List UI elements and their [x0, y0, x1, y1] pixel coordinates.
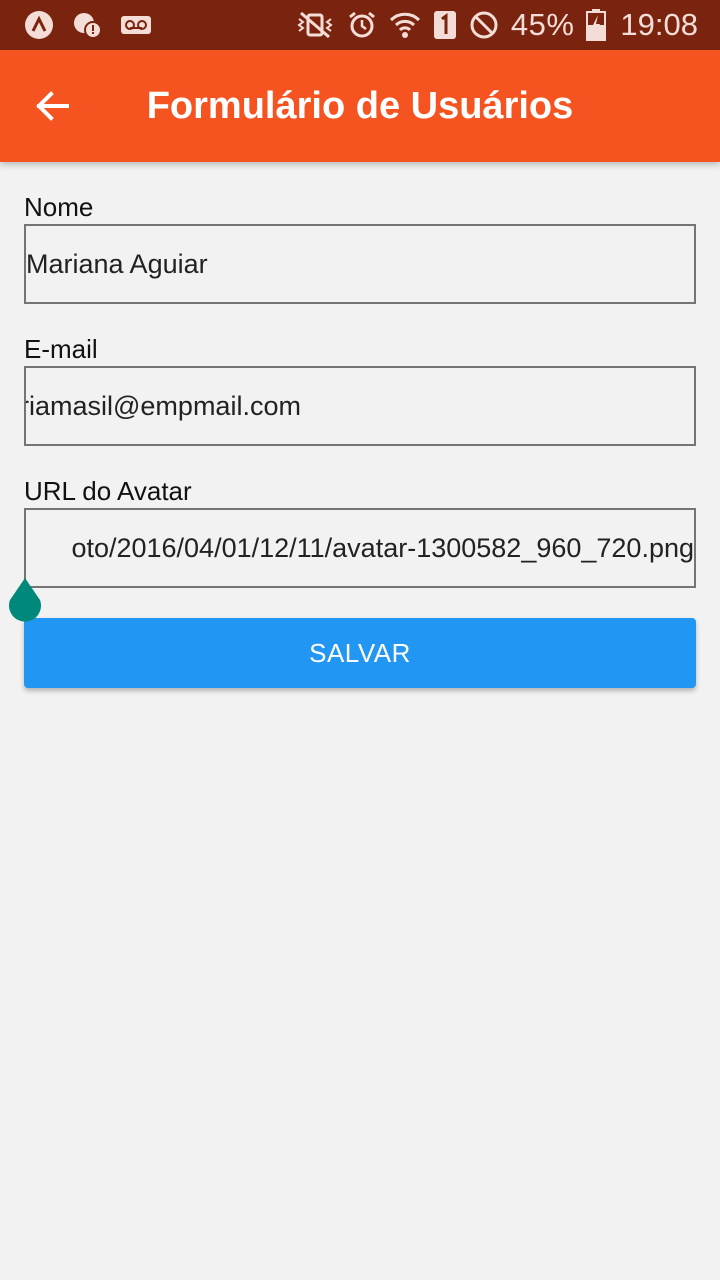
battery-icon [586, 9, 607, 41]
email-label: E-mail [24, 334, 98, 364]
save-button[interactable]: SALVAR [24, 618, 696, 688]
name-label: Nome [24, 192, 94, 222]
email-input[interactable]: riamasil@empmail.com [26, 391, 301, 422]
name-field[interactable]: Mariana Aguiar [24, 224, 696, 304]
name-input[interactable]: Mariana Aguiar [26, 249, 208, 280]
app-bar-title-wrap: Formulário de Usuários [0, 85, 720, 128]
alert-icon [72, 10, 102, 40]
status-bar: 45% 19:08 [0, 0, 720, 50]
text-cursor-handle[interactable] [4, 578, 46, 628]
voicemail-icon [120, 13, 152, 37]
alarm-icon [347, 10, 377, 40]
status-bar-right: 45% 19:08 [283, 7, 698, 43]
status-bar-left [24, 10, 170, 40]
email-field[interactable]: riamasil@empmail.com [24, 366, 696, 446]
app-launcher-icon [24, 10, 54, 40]
do-not-disturb-icon [469, 10, 499, 40]
status-time: 19:08 [620, 7, 698, 42]
avatar-url-field[interactable]: oto/2016/04/01/12/11/avatar-1300582_960_… [24, 508, 696, 588]
page-title: Formulário de Usuários [146, 84, 574, 127]
avatar-url-input[interactable]: oto/2016/04/01/12/11/avatar-1300582_960_… [71, 533, 694, 564]
vibrate-icon [295, 10, 335, 40]
sim-1-icon [433, 10, 457, 40]
avatar-url-label: URL do Avatar [24, 476, 192, 506]
battery-percent: 45% [510, 7, 575, 42]
wifi-icon [389, 10, 421, 40]
arrow-back-icon [36, 91, 69, 121]
app-bar: Formulário de Usuários [0, 50, 720, 162]
user-form: Nome Mariana Aguiar E-mail riamasil@empm… [24, 162, 696, 688]
back-button[interactable] [22, 76, 82, 136]
